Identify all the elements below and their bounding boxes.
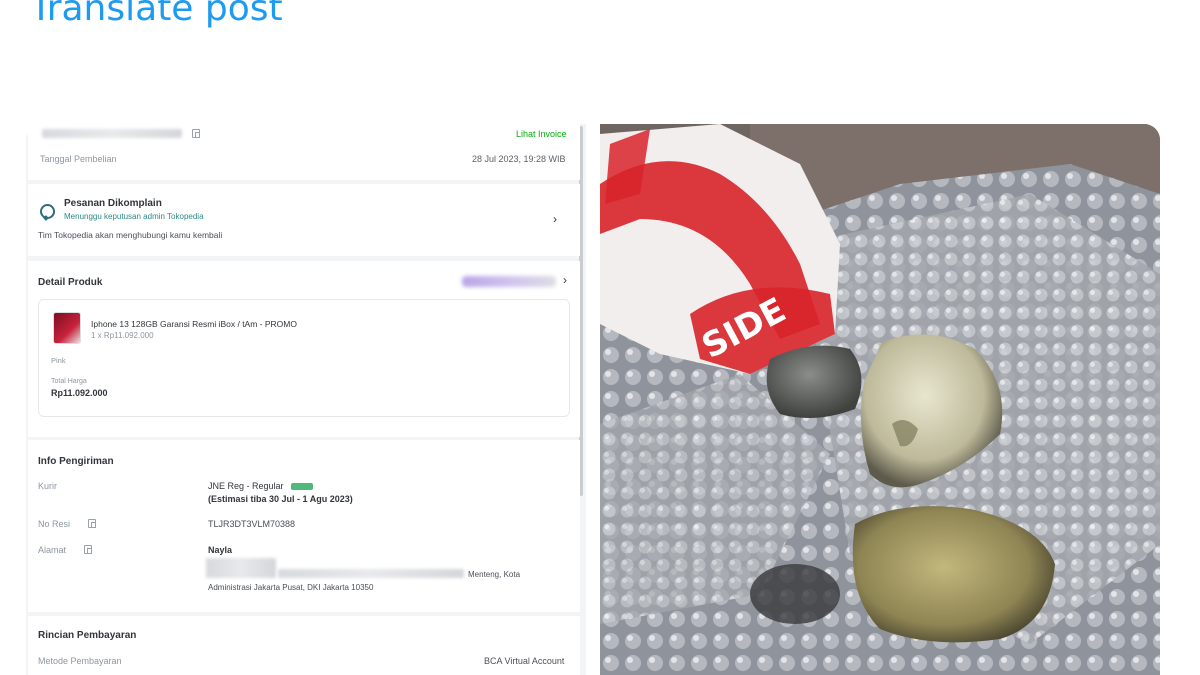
redacted-invoice-number: [42, 129, 182, 138]
receipt-label: No Resi: [38, 519, 71, 529]
total-price-label: Total Harga: [51, 378, 87, 385]
shipping-info-card: Info Pengiriman Kurir JNE Reg - Regular …: [28, 440, 580, 612]
post-media[interactable]: Lihat Invoice Tanggal Pembelian 28 Jul 2…: [26, 124, 1160, 675]
photo-illustration: SIDE: [600, 124, 1160, 675]
purchase-date-value: 28 Jul 2023, 19:28 WIB: [472, 154, 566, 164]
payment-card: Rincian Pembayaran Metode Pembayaran BCA…: [28, 616, 580, 675]
address-label: Alamat: [38, 545, 67, 555]
product-quantity-price: 1 x Rp11.092.000: [91, 331, 154, 340]
invoice-link[interactable]: Lihat Invoice: [516, 129, 567, 139]
translate-post-link[interactable]: Translate post: [30, 0, 283, 29]
complaint-title: Pesanan Dikomplain: [64, 198, 162, 209]
complaint-icon: [40, 204, 55, 219]
complaint-note: Tim Tokopedia akan menghubungi kamu kemb…: [38, 230, 223, 240]
payment-section-title: Rincian Pembayaran: [38, 630, 137, 641]
total-price-value: Rp11.092.000: [51, 388, 108, 398]
payment-method-value: BCA Virtual Account: [484, 656, 565, 666]
product-section-title: Detail Produk: [38, 277, 103, 288]
chevron-right-icon[interactable]: ›: [553, 212, 557, 226]
order-header-card: Lihat Invoice Tanggal Pembelian 28 Jul 2…: [28, 124, 580, 180]
address-line1-tail: Menteng, Kota: [468, 570, 521, 579]
product-thumbnail: [53, 312, 81, 344]
courier-value: JNE Reg - Regular: [208, 481, 284, 491]
redacted-shop-name: [462, 276, 556, 287]
purchase-date-label: Tanggal Pembelian: [40, 154, 117, 164]
copy-icon[interactable]: [192, 129, 200, 138]
recipient-name: Nayla: [208, 545, 233, 555]
shipping-badge: [291, 483, 313, 490]
product-name: Iphone 13 128GB Garansi Resmi iBox / tAm…: [91, 319, 297, 329]
address-line2: Administrasi Jakarta Pusat, DKI Jakarta …: [208, 583, 374, 592]
order-detail-screenshot: Lihat Invoice Tanggal Pembelian 28 Jul 2…: [26, 124, 586, 675]
redacted-address: [206, 558, 276, 578]
payment-method-label: Metode Pembayaran: [38, 656, 122, 666]
complaint-card[interactable]: Pesanan Dikomplain Menunggu keputusan ad…: [28, 184, 580, 256]
product-variant: Pink: [51, 356, 66, 365]
complaint-subtitle: Menunggu keputusan admin Tokopedia: [64, 212, 204, 221]
product-detail-card: Detail Produk › Iphone 13 128GB Garansi …: [28, 261, 580, 437]
copy-icon[interactable]: [88, 519, 96, 528]
shipping-section-title: Info Pengiriman: [38, 456, 114, 467]
product-item[interactable]: Iphone 13 128GB Garansi Resmi iBox / tAm…: [38, 299, 570, 417]
copy-icon[interactable]: [84, 545, 92, 554]
receipt-number: TLJR3DT3VLM70388: [208, 519, 296, 529]
delivery-estimate: (Estimasi tiba 30 Jul - 1 Agu 2023): [208, 494, 353, 504]
chevron-right-icon[interactable]: ›: [563, 273, 567, 287]
package-photo: SIDE: [600, 124, 1160, 675]
redacted-address: [278, 569, 464, 578]
courier-label: Kurir: [38, 481, 58, 491]
